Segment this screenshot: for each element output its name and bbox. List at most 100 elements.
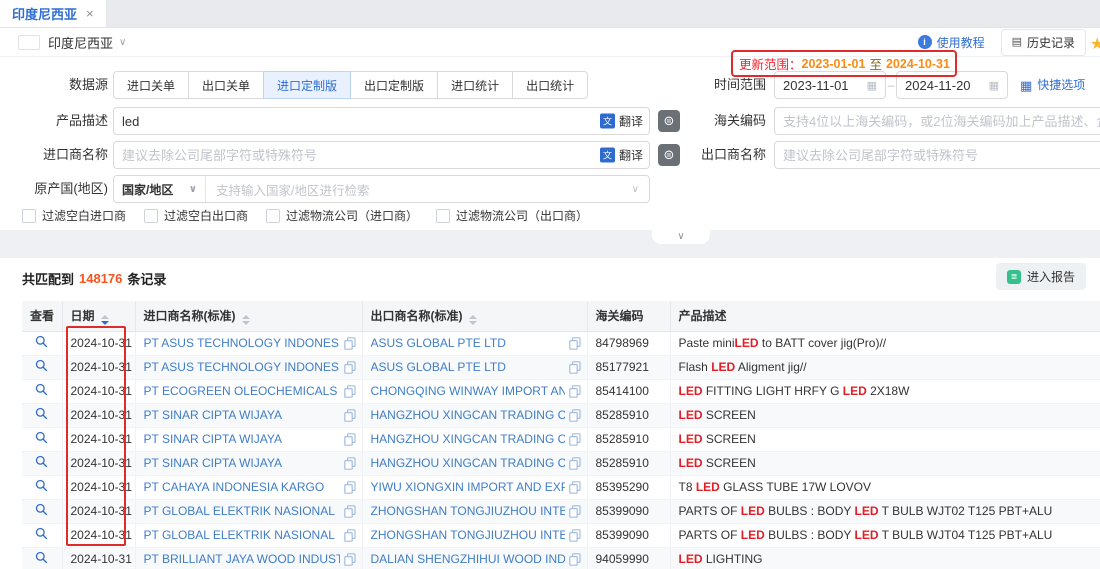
copy-icon[interactable]	[344, 409, 356, 422]
exporter-link[interactable]: HANGZHOU XINGCAN TRADING CO LTD	[371, 432, 565, 446]
view-detail-icon[interactable]	[35, 407, 48, 420]
exporter-link[interactable]: ZHONGSHAN TONGJIUZHOU INTERNA...	[371, 504, 565, 518]
importer-link[interactable]: PT ASUS TECHNOLOGY INDONESIA BA...	[144, 360, 340, 374]
exporter-link[interactable]: HANGZHOU XINGCAN TRADING CO LTD	[371, 408, 565, 422]
close-icon[interactable]: ×	[86, 6, 94, 21]
highlighted-term: LED	[855, 528, 879, 542]
copy-icon[interactable]	[569, 529, 581, 542]
checkbox-icon[interactable]	[144, 209, 158, 223]
view-detail-icon[interactable]	[35, 335, 48, 348]
datasource-tab[interactable]: 进口统计	[437, 71, 513, 99]
copy-icon[interactable]	[569, 553, 581, 566]
view-detail-icon[interactable]	[35, 431, 48, 444]
copy-icon[interactable]	[569, 337, 581, 350]
date-cell: 2024-10-31	[62, 499, 135, 523]
copy-icon[interactable]	[344, 385, 356, 398]
importer-input[interactable]	[113, 141, 650, 169]
table-row: 2024-10-31PT SINAR CIPTA WIJAYAHANGZHOU …	[22, 427, 1100, 451]
filter-checkbox[interactable]: 过滤物流公司（进口商）	[266, 207, 418, 224]
translate-button[interactable]: 文 翻译	[596, 147, 643, 164]
importer-link[interactable]: PT GLOBAL ELEKTRIK NASIONAL	[144, 504, 340, 518]
datasource-tab[interactable]: 出口统计	[512, 71, 588, 99]
filter-checkbox[interactable]: 过滤物流公司（出口商）	[436, 207, 588, 224]
star-icon[interactable]: ★	[1090, 34, 1100, 54]
copy-icon[interactable]	[344, 529, 356, 542]
exporter-link[interactable]: HANGZHOU XINGCAN TRADING CO LTD	[371, 456, 565, 470]
copy-icon[interactable]	[569, 361, 581, 374]
importer-link[interactable]: PT SINAR CIPTA WIJAYA	[144, 432, 340, 446]
view-detail-icon[interactable]	[35, 383, 48, 396]
column-header: 海关编码	[587, 301, 670, 331]
copy-icon[interactable]	[344, 457, 356, 470]
datasource-tab[interactable]: 进口关单	[113, 71, 189, 99]
importer-link[interactable]: PT ECOGREEN OLEOCHEMICALS	[144, 384, 340, 398]
hs-code-input[interactable]	[774, 107, 1100, 135]
filter-checkbox[interactable]: 过滤空白出口商	[144, 207, 248, 224]
exporter-link[interactable]: ASUS GLOBAL PTE LTD	[371, 336, 565, 350]
importer-link[interactable]: PT ASUS TECHNOLOGY INDONESIA BA...	[144, 336, 340, 350]
origin-type-select[interactable]: 国家/地区 ∨	[114, 176, 206, 202]
copy-icon[interactable]	[569, 505, 581, 518]
exact-match-icon[interactable]: ⊜	[658, 144, 680, 166]
history-button[interactable]: ▤ 历史记录	[1001, 29, 1086, 56]
collapse-panel-button[interactable]: ∨	[652, 230, 710, 244]
checkbox-icon[interactable]	[266, 209, 280, 223]
copy-icon[interactable]	[344, 481, 356, 494]
copy-icon[interactable]	[344, 433, 356, 446]
tab-indonesia[interactable]: 印度尼西亚 ×	[0, 0, 106, 27]
date-from-input[interactable]: 2023-11-01 ▦	[774, 71, 886, 99]
column-header[interactable]: 出口商名称(标准)	[362, 301, 587, 331]
sort-carets-icon[interactable]	[469, 315, 477, 325]
tutorial-link[interactable]: i 使用教程	[918, 34, 985, 51]
datasource-tab[interactable]: 出口关单	[188, 71, 264, 99]
copy-icon[interactable]	[569, 457, 581, 470]
datasource-tab[interactable]: 出口定制版	[350, 71, 438, 99]
copy-icon[interactable]	[344, 505, 356, 518]
view-detail-icon[interactable]	[35, 455, 48, 468]
copy-icon[interactable]	[569, 481, 581, 494]
enter-report-button[interactable]: ≣ 进入报告	[996, 263, 1086, 290]
exporter-link[interactable]: ASUS GLOBAL PTE LTD	[371, 360, 565, 374]
column-header[interactable]: 日期	[62, 301, 135, 331]
results-table: 查看日期进口商名称(标准)出口商名称(标准)海关编码产品描述 2024-10-3…	[22, 301, 1100, 569]
exporter-link[interactable]: CHONGQING WINWAY IMPORT AND E...	[371, 384, 565, 398]
importer-link[interactable]: PT SINAR CIPTA WIJAYA	[144, 408, 340, 422]
checkbox-icon[interactable]	[22, 209, 36, 223]
sort-carets-icon[interactable]	[242, 315, 250, 325]
importer-link[interactable]: PT CAHAYA INDONESIA KARGO	[144, 480, 340, 494]
translate-button[interactable]: 文 翻译	[596, 113, 643, 130]
chevron-down-icon[interactable]: ∨	[119, 37, 126, 48]
column-header[interactable]: 进口商名称(标准)	[135, 301, 362, 331]
view-detail-icon[interactable]	[35, 503, 48, 516]
copy-icon[interactable]	[344, 553, 356, 566]
view-detail-icon[interactable]	[35, 479, 48, 492]
date-to-input[interactable]: 2024-11-20 ▦	[896, 71, 1008, 99]
exporter-input[interactable]	[774, 141, 1100, 169]
exporter-link[interactable]: ZHONGSHAN TONGJIUZHOU INTERNA...	[371, 528, 565, 542]
exporter-link[interactable]: DALIAN SHENGZHIHUI WOOD INDUST...	[371, 552, 565, 566]
copy-icon[interactable]	[569, 409, 581, 422]
importer-cell: PT SINAR CIPTA WIJAYA	[135, 427, 362, 451]
checkbox-icon[interactable]	[436, 209, 450, 223]
product-desc-input[interactable]	[113, 107, 650, 135]
datasource-tab[interactable]: 进口定制版	[263, 71, 351, 99]
view-detail-icon[interactable]	[35, 527, 48, 540]
sort-carets-icon[interactable]	[101, 315, 109, 325]
copy-icon[interactable]	[344, 361, 356, 374]
copy-icon[interactable]	[569, 385, 581, 398]
view-cell	[22, 355, 62, 379]
quick-options-link[interactable]: ▦ 快捷选项	[1020, 71, 1085, 99]
view-detail-icon[interactable]	[35, 359, 48, 372]
exact-match-icon[interactable]: ⊜	[658, 110, 680, 132]
copy-icon[interactable]	[344, 337, 356, 350]
copy-icon[interactable]	[569, 433, 581, 446]
translate-icon: 文	[600, 148, 615, 163]
origin-search-input[interactable]: 支持输入国家/地区进行检索	[206, 180, 632, 199]
view-detail-icon[interactable]	[35, 551, 48, 564]
importer-link[interactable]: PT BRILLIANT JAYA WOOD INDUSTRY	[144, 552, 340, 566]
chevron-down-icon[interactable]: ∨	[632, 184, 649, 195]
filter-checkbox[interactable]: 过滤空白进口商	[22, 207, 126, 224]
exporter-link[interactable]: YIWU XIONGXIN IMPORT AND EXPORT...	[371, 480, 565, 494]
importer-link[interactable]: PT SINAR CIPTA WIJAYA	[144, 456, 340, 470]
importer-link[interactable]: PT GLOBAL ELEKTRIK NASIONAL	[144, 528, 340, 542]
